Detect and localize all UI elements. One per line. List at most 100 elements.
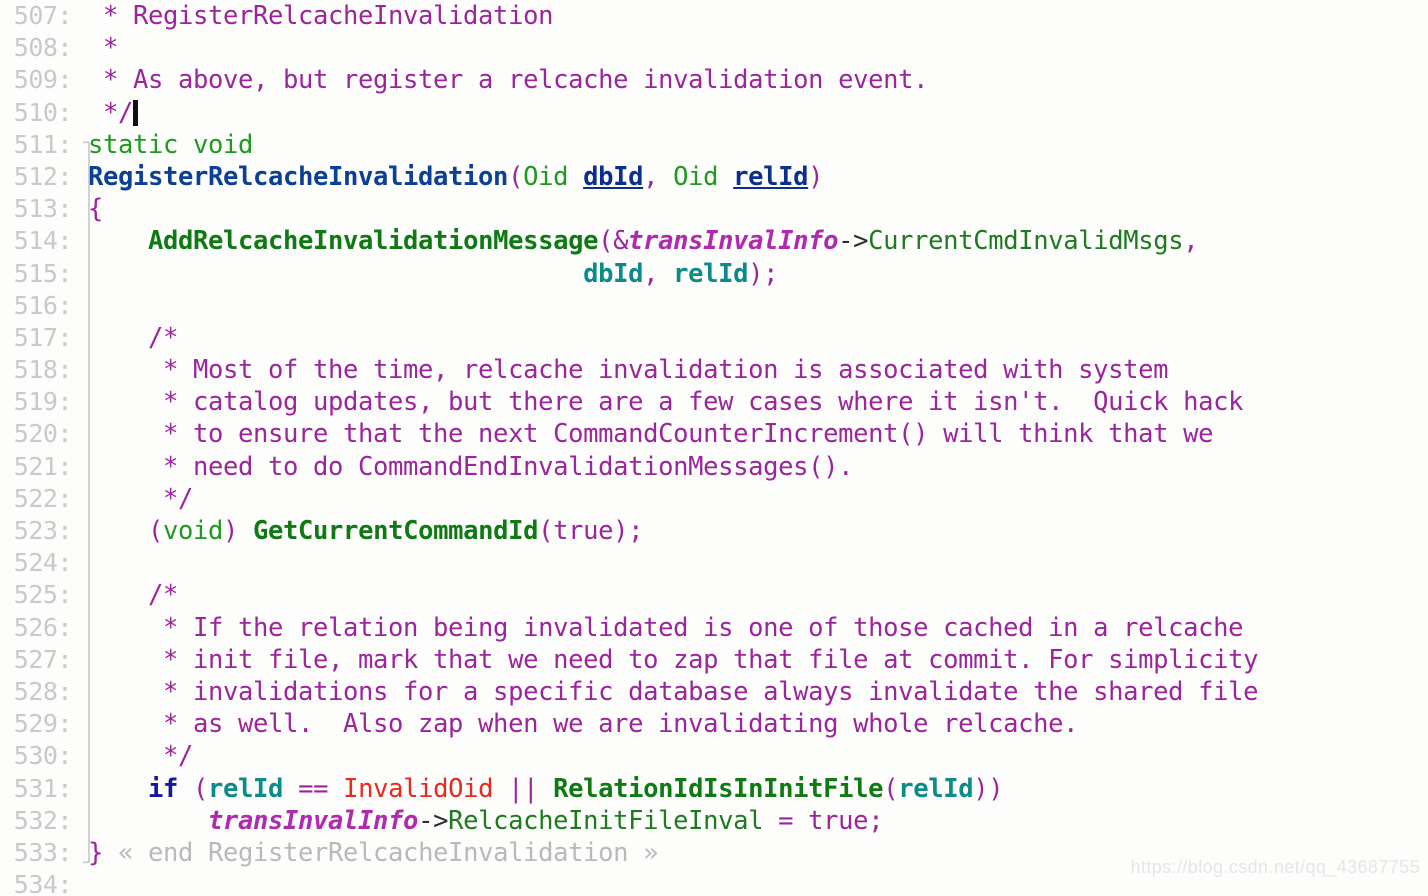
line-number[interactable]: 512:: [0, 161, 78, 193]
text-caret: [133, 99, 139, 126]
code-line[interactable]: * need to do CommandEndInvalidationMessa…: [88, 451, 1428, 483]
code-token-type: Oid: [673, 161, 734, 192]
code-token-var: relId: [208, 773, 284, 804]
code-token-punct: );: [748, 258, 779, 289]
line-number[interactable]: 526:: [0, 612, 78, 644]
code-token-func: AddRelcacheInvalidationMessage: [148, 226, 599, 257]
line-number[interactable]: 524:: [0, 547, 78, 579]
line-number[interactable]: 515:: [0, 258, 78, 290]
code-token-type: static void: [88, 129, 254, 160]
code-token-punct: ==: [283, 773, 344, 804]
code-token-punct: (: [508, 161, 524, 192]
code-line[interactable]: /*: [88, 579, 1428, 611]
code-token-fold: « end RegisterRelcacheInvalidation »: [103, 837, 659, 868]
line-number[interactable]: 527:: [0, 644, 78, 676]
code-token-punct: {: [88, 194, 104, 225]
code-line[interactable]: [88, 547, 1428, 579]
code-line[interactable]: [88, 290, 1428, 322]
line-number[interactable]: 521:: [0, 451, 78, 483]
line-number[interactable]: 534:: [0, 869, 78, 896]
line-number[interactable]: 533:: [0, 837, 78, 869]
line-number[interactable]: 529:: [0, 708, 78, 740]
code-token-punct: ): [808, 161, 824, 192]
line-number[interactable]: 532:: [0, 805, 78, 837]
code-token-punct: );: [613, 516, 644, 546]
code-line[interactable]: * If the relation being invalidated is o…: [88, 612, 1428, 644]
line-number[interactable]: 528:: [0, 676, 78, 708]
line-number[interactable]: 511:: [0, 129, 78, 161]
line-number[interactable]: 522:: [0, 483, 78, 515]
code-token-punct: (: [178, 773, 209, 804]
code-token-member: CurrentCmdInvalidMsgs: [868, 226, 1184, 257]
code-token-plain: ->: [838, 226, 869, 257]
code-token-type: Oid: [523, 161, 584, 192]
line-number[interactable]: 509:: [0, 64, 78, 96]
code-token-punct: ,: [643, 258, 674, 289]
line-number[interactable]: 517:: [0, 322, 78, 354]
code-line[interactable]: AddRelcacheInvalidationMessage(&transInv…: [88, 225, 1428, 257]
line-number[interactable]: 513:: [0, 193, 78, 225]
code-token-comment: */: [88, 741, 194, 772]
line-number[interactable]: 519:: [0, 386, 78, 418]
code-line[interactable]: */: [88, 483, 1428, 515]
line-number[interactable]: 523:: [0, 515, 78, 547]
code-token-comment: * as well. Also zap when we are invalida…: [88, 709, 1079, 740]
line-number[interactable]: 507:: [0, 0, 78, 32]
line-number[interactable]: 525:: [0, 579, 78, 611]
code-line[interactable]: * as well. Also zap when we are invalida…: [88, 708, 1428, 740]
code-token-struct: transInvalInfo: [628, 226, 839, 257]
line-number[interactable]: 520:: [0, 418, 78, 450]
code-line[interactable]: /*: [88, 322, 1428, 354]
code-line[interactable]: transInvalInfo->RelcacheInitFileInval = …: [88, 805, 1428, 837]
code-line[interactable]: (void) GetCurrentCommandId(true);: [88, 515, 1428, 547]
code-content[interactable]: * RegisterRelcacheInvalidation * * As ab…: [88, 0, 1428, 896]
code-line[interactable]: * RegisterRelcacheInvalidation: [88, 0, 1428, 32]
line-number[interactable]: 531:: [0, 773, 78, 805]
code-token-param: relId: [733, 161, 809, 192]
code-line[interactable]: * Most of the time, relcache invalidatio…: [88, 354, 1428, 386]
line-number[interactable]: 508:: [0, 32, 78, 64]
line-number[interactable]: 514:: [0, 225, 78, 257]
code-line[interactable]: * As above, but register a relcache inva…: [88, 64, 1428, 96]
code-line[interactable]: dbId, relId);: [88, 258, 1428, 290]
code-token-comment: * to ensure that the next CommandCounter…: [88, 419, 1214, 450]
code-token-func: RelationIdIsInInitFile: [553, 773, 884, 804]
code-token-func: GetCurrentCommandId: [253, 516, 539, 546]
watermark: https://blog.csdn.net/qq_43687755: [1130, 857, 1420, 877]
code-line[interactable]: RegisterRelcacheInvalidation(Oid dbId, O…: [88, 161, 1428, 193]
code-token-var: relId: [673, 258, 749, 289]
code-token-comment: */: [88, 97, 134, 128]
line-number[interactable]: 516:: [0, 290, 78, 322]
code-line[interactable]: static void: [88, 129, 1428, 161]
line-number[interactable]: 510:: [0, 97, 78, 129]
code-token-error: InvalidOid: [343, 773, 494, 804]
code-token-const: true: [553, 516, 614, 546]
code-line[interactable]: * init file, mark that we need to zap th…: [88, 644, 1428, 676]
code-line[interactable]: {: [88, 193, 1428, 225]
code-token-type: void: [163, 516, 224, 546]
code-token-comment: * RegisterRelcacheInvalidation: [88, 1, 554, 31]
code-line[interactable]: * catalog updates, but there are a few c…: [88, 386, 1428, 418]
code-line[interactable]: * to ensure that the next CommandCounter…: [88, 418, 1428, 450]
code-line[interactable]: * invalidations for a specific database …: [88, 676, 1428, 708]
code-token-plain: ->: [418, 805, 449, 836]
code-editor[interactable]: 507: 508: 509: 510: 511: 512: 513: 514: 515: 516:…: [0, 0, 1428, 896]
code-token-funcname: RegisterRelcacheInvalidation: [88, 161, 509, 192]
code-line[interactable]: */: [88, 740, 1428, 772]
code-token-comment: /*: [88, 322, 179, 353]
line-number[interactable]: 518:: [0, 354, 78, 386]
line-number[interactable]: 530:: [0, 740, 78, 772]
code-line[interactable]: if (relId == InvalidOid || RelationIdIsI…: [88, 773, 1428, 805]
code-token-punct: (: [883, 773, 899, 804]
code-token-comment: * invalidations for a specific database …: [88, 676, 1259, 707]
code-token-punct: (&: [598, 226, 629, 257]
code-token-comment: * init file, mark that we need to zap th…: [88, 644, 1259, 675]
code-token-comment: * If the relation being invalidated is o…: [88, 612, 1244, 643]
code-token-var: dbId: [583, 258, 644, 289]
code-line[interactable]: *: [88, 32, 1428, 64]
code-line[interactable]: */: [88, 97, 1428, 129]
